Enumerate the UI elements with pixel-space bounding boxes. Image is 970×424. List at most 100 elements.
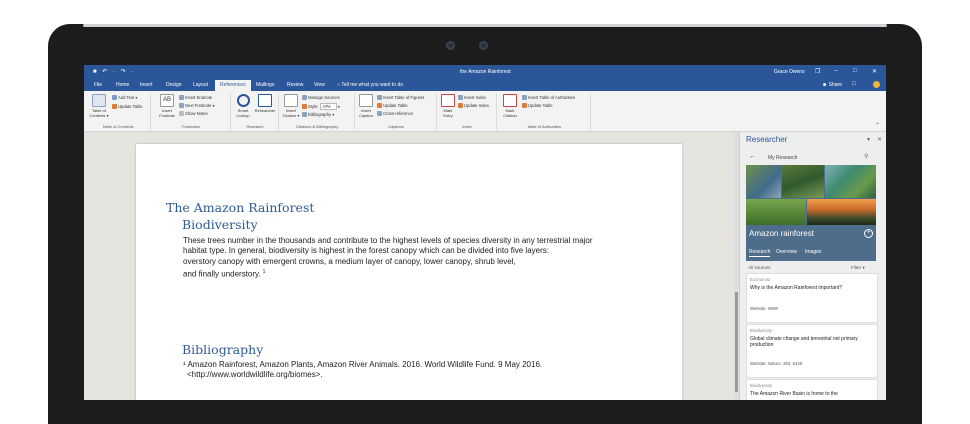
manage-sources-button[interactable]: Manage Sources [302,95,340,100]
tab-design[interactable]: Design [166,82,182,88]
show-notes-button[interactable]: Show Notes [179,111,208,116]
rainforest-thumbnail[interactable] [746,199,806,225]
pane-options-icon[interactable]: ▾ [867,136,870,143]
result-source: Biodiversity [750,328,772,333]
sunset-thumbnail[interactable] [807,199,876,225]
update-index-icon [458,103,463,108]
maximize-button[interactable]: □ [853,68,857,74]
back-arrow-icon[interactable]: ← [749,153,756,160]
footnote-icon: AB [160,94,174,107]
sources-label: All sources [748,265,771,270]
document-title-heading: The Amazon Rainforest [166,200,315,215]
table-of-contents-button[interactable]: Table of Contents ▾ [88,94,110,118]
insert-table-of-figures-button[interactable]: Insert Table of Figures [377,95,424,100]
pane-close-icon[interactable]: ✕ [877,136,882,143]
rainforest-thumbnail[interactable] [782,165,824,198]
update-index-button[interactable]: Update Index [458,103,489,108]
insert-endnote-button[interactable]: Insert Endnote [179,95,212,100]
table-of-contents-icon [92,94,106,107]
bibliography-heading: Bibliography [182,342,264,357]
minimize-button[interactable]: – [834,68,837,74]
references-ribbon: Table of Contents ▾ Add Text ▾ Update Ta… [84,91,886,132]
tab-insert[interactable]: Insert [140,82,153,88]
result-card[interactable]: Economist Why is the Amazon Rainforest i… [746,273,878,323]
update-table-icon [112,104,117,109]
my-research-link[interactable]: My Research [768,155,797,161]
endnote-icon [179,95,184,100]
researcher-pane: Researcher ▾ ✕ ← My Research ⚲ Amazon ra… [739,132,886,400]
mark-entry-button[interactable]: Mark Entry [440,94,456,118]
tablet-top-edge [83,24,887,27]
tab-mailings[interactable]: Mailings [256,82,274,88]
group-research: Smart Lookup Researcher Research [232,93,279,130]
tab-review[interactable]: Review [287,82,303,88]
magnifier-icon [236,94,250,107]
camera-lens [479,41,488,50]
group-citations-bibliography: Insert Citation ▾ Manage Sources Style: … [280,93,355,130]
smart-lookup-button[interactable]: Smart Lookup [234,94,252,118]
word-window: ■ ↶ · ↷ · the Amazon Rainforest Grace Ow… [84,65,886,400]
insert-table-of-authorities-button[interactable]: Insert Table of Authorities [522,95,575,100]
paragraph-line: overstory canopy with emergent crowns, a… [183,256,516,266]
mark-citation-button[interactable]: Mark Citation [500,94,520,118]
caption-icon [359,94,373,107]
show-notes-icon [179,111,184,116]
bibliography-button[interactable]: Bibliography ▾ [302,112,334,117]
add-text-button[interactable]: Add Text ▾ [112,95,137,100]
tab-images[interactable]: Images [805,249,821,255]
next-footnote-button[interactable]: Next Footnote ▾ [179,103,215,108]
paragraph-line: These trees number in the thousands and … [183,236,593,245]
scrollbar-thumb[interactable] [735,292,738,392]
result-source: Biodiversity [750,383,772,388]
insert-footnote-button[interactable]: AB Insert Footnote [158,94,176,118]
share-button[interactable]: ☻ Share [822,82,842,88]
biodiversity-paragraph: These trees number in the thousands and … [183,236,623,280]
footnote-reference[interactable]: 1 [263,269,266,275]
paragraph-line: habitat type. In general, biodiversity i… [183,246,549,256]
comments-icon[interactable]: □ [852,81,856,87]
result-card[interactable]: Biodiversity The Amazon River Basin is h… [746,379,878,400]
tab-references[interactable]: References [215,80,251,91]
insert-index-button[interactable]: Insert Index [458,95,486,100]
tab-layout[interactable]: Layout [193,82,208,88]
citation-style-select[interactable]: Style: APA ▾ [302,103,340,110]
tab-research[interactable]: Research [749,249,771,257]
river-thumbnail[interactable] [825,165,876,198]
add-icon[interactable]: + [864,229,873,238]
document-canvas: The Amazon Rainforest Biodiversity These… [84,132,734,400]
topic-card[interactable]: Amazon rainforest + Research Overview Im… [746,165,876,261]
group-label: Citations & Bibliography [295,124,339,129]
user-name[interactable]: Grace Owens [774,69,805,75]
ribbon-tabs: File Home Insert Design Layout Reference… [84,78,886,91]
result-meta: Website: Nature. 363, 6426 [750,361,803,366]
update-table-button[interactable]: Update Table [112,104,143,109]
tab-home[interactable]: Home [116,82,129,88]
rainforest-thumbnail[interactable] [746,165,781,198]
add-text-icon [112,95,117,100]
cross-reference-button[interactable]: Cross-reference [377,111,413,116]
result-card[interactable]: Biodiversity Global climate change and t… [746,324,878,378]
close-button[interactable]: ✕ [872,68,877,75]
feedback-smiley-icon[interactable] [873,81,880,88]
result-title: The Amazon River Basin is home to the [750,391,838,397]
update-authorities-table-button[interactable]: Update Table [522,103,553,108]
insert-citation-button[interactable]: Insert Citation ▾ [282,94,300,118]
update-figures-table-button[interactable]: Update Table [377,103,408,108]
result-title: Why is the Amazon Rainforest important? [750,285,842,291]
collapse-ribbon-icon[interactable]: ⌃ [875,122,880,129]
document-page[interactable]: The Amazon Rainforest Biodiversity These… [136,144,682,400]
title-bar: ■ ↶ · ↷ · the Amazon Rainforest Grace Ow… [84,65,886,78]
search-icon[interactable]: ⚲ [864,153,868,160]
bibliography-url[interactable]: <http://www.worldwildlife.org/biomes>. [183,370,542,380]
biodiversity-heading: Biodiversity [182,217,258,232]
paragraph-line-last: and finally understory. 1 [183,269,266,279]
tab-file[interactable]: File [94,82,102,88]
filter-dropdown[interactable]: Filter ▾ [851,265,865,271]
tab-overview[interactable]: Overview [776,249,797,255]
insert-caption-button[interactable]: Insert Caption [358,94,374,118]
quick-access-toolbar[interactable]: ■ ↶ · ↷ · [93,68,135,75]
researcher-button[interactable]: Researcher [254,94,276,113]
tab-view[interactable]: View [314,82,325,88]
tell-me-search[interactable]: ○ Tell me what you want to do [337,82,403,88]
ribbon-display-icon[interactable]: ❐ [815,68,820,75]
